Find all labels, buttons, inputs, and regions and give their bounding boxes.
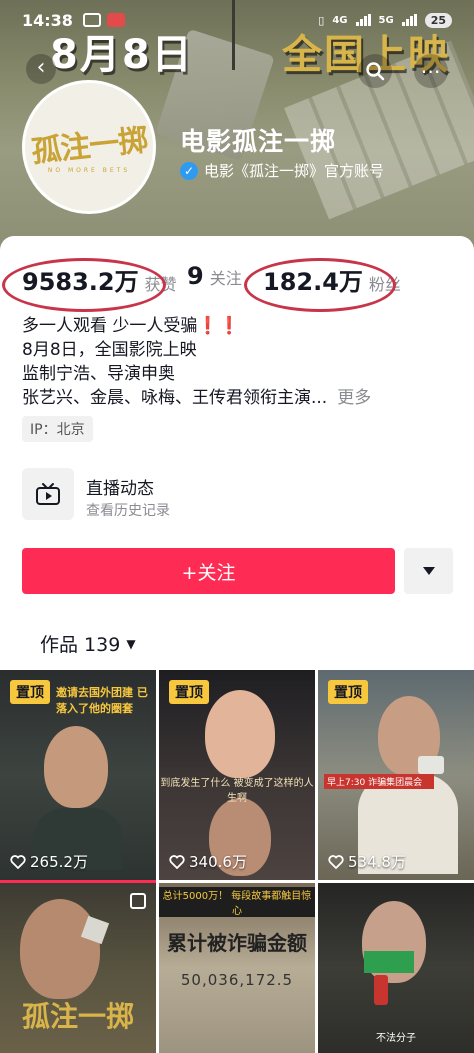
notification-icon (106, 13, 125, 27)
back-button[interactable]: ‹ (26, 54, 56, 84)
bio-line: 8月8日，全国影院上映 (22, 340, 197, 360)
verified-check-icon: ✓ (180, 161, 198, 180)
more-options-button[interactable]: ⋯ (414, 54, 448, 88)
pinned-badge: 置顶 (10, 680, 50, 704)
ip-location-tag: IP：北京 (22, 416, 93, 442)
video-caption: 不法分子 (376, 1033, 416, 1044)
bio-line: 监制宁浩、导演申奥 (22, 364, 175, 384)
following-label: 关注 (209, 269, 242, 288)
profile-bio: 多一人观看 少一人受骗❗❗ 8月8日，全国影院上映 监制宁浩、导演申奥 张艺兴、… (22, 314, 371, 410)
follow-button[interactable]: +关注 (22, 548, 395, 594)
video-caption: 早上7:30 诈骗集团晨会 (324, 774, 434, 789)
megaphone (418, 756, 444, 774)
tab-works[interactable]: 作品 139 ▼ (40, 630, 136, 657)
video-person (20, 899, 100, 999)
video-thumbnail[interactable]: 早上7:30 诈骗集团晨会 置顶 534.8万 (318, 670, 474, 880)
annotation-circle (2, 258, 166, 312)
vibrate-icon: ▯ (318, 13, 325, 27)
view-count-value: 340.6万 (189, 853, 247, 871)
heart-icon (169, 854, 185, 869)
video-thumbnail[interactable]: 总计5000万！ 每段故事都触目惊心 累计被诈骗金额 50,036,172.5 (159, 883, 315, 1053)
network-label: 4G (332, 14, 348, 26)
notification-icon (82, 13, 101, 27)
video-grid: 邀请去国外团建 已落入了他的圈套 置顶 265.2万 到底发生了什么 被变成了这… (0, 670, 474, 1053)
video-thumbnail[interactable]: 到底发生了什么 被变成了这样的人生啊 置顶 340.6万 (159, 670, 315, 880)
bio-more-link[interactable]: 更多 (337, 388, 371, 408)
video-caption: 邀请去国外团建 已落入了他的圈套 (56, 686, 148, 715)
signal-icon (355, 14, 371, 26)
search-button[interactable] (358, 54, 392, 88)
search-icon (366, 62, 385, 81)
live-subtitle[interactable]: 查看历史记录 (86, 500, 170, 520)
profile-name: 电影孤注一掷 (180, 127, 337, 156)
avatar[interactable]: 孤注一掷 NO MORE BETS (22, 80, 156, 214)
works-tab-label: 作品 139 (40, 634, 121, 656)
profile-stats: 9583.2万 获赞 9 关注 182.4万 粉丝 (0, 250, 474, 312)
pinned-badge: 置顶 (328, 680, 368, 704)
view-count-value: 265.2万 (30, 853, 88, 871)
microphone (374, 975, 388, 1005)
bio-line-last: 张艺兴、金晨、咏梅、王传君领衔主演... 更多 (22, 386, 371, 410)
avatar-logo: 孤注一掷 (29, 122, 149, 170)
video-thumbnail[interactable]: 邀请去国外团建 已落入了他的圈套 置顶 265.2万 (0, 670, 156, 880)
annotation-circle (244, 258, 396, 312)
status-time: 14:38 (22, 10, 73, 30)
pinned-badge: 置顶 (169, 680, 209, 704)
live-history-button[interactable] (22, 468, 74, 520)
following-count: 9 (187, 262, 204, 290)
video-caption: 总计5000万！ 每段故事都触目惊心 (159, 887, 315, 917)
multi-image-icon (130, 893, 146, 909)
following-stat[interactable]: 9 关注 (187, 262, 242, 290)
bio-line: 多一人观看 少一人受骗❗❗ (22, 316, 240, 336)
view-count: 340.6万 (169, 851, 247, 872)
verified-text: 电影《孤注一掷》官方账号 (204, 162, 385, 180)
caret-down-icon: ▼ (126, 636, 136, 651)
tv-icon (36, 483, 60, 505)
video-thumbnail[interactable]: 不法分子 (318, 883, 474, 1053)
live-title[interactable]: 直播动态 (86, 474, 154, 499)
video-thumbnail[interactable]: 孤注一掷 (0, 883, 156, 1053)
battery-indicator: 25 (424, 12, 452, 28)
signal-icon (401, 14, 417, 26)
view-count-value: 534.8万 (348, 853, 406, 871)
video-person (44, 726, 108, 808)
video-subtitle: 累计被诈骗金额 (167, 931, 307, 955)
network-label: 5G (378, 14, 394, 26)
video-number: 50,036,172.5 (180, 971, 294, 989)
view-count: 265.2万 (10, 851, 88, 872)
verified-account: ✓ 电影《孤注一掷》官方账号 (180, 160, 384, 181)
view-count: 534.8万 (328, 851, 406, 872)
heart-icon (328, 854, 344, 869)
recommend-dropdown-button[interactable] (404, 548, 453, 594)
video-caption: 到底发生了什么 被变成了这样的人生啊 (160, 778, 314, 804)
caret-down-icon (422, 567, 435, 575)
status-bar: 14:38 ▯ 4G 5G 25 (0, 0, 474, 40)
video-person (205, 690, 275, 778)
heart-icon (10, 854, 26, 869)
bio-line: 张艺兴、金晨、咏梅、王传君领衔主演... (22, 388, 328, 408)
video-title: 孤注一掷 (21, 1000, 134, 1033)
video-banner (364, 951, 414, 973)
profile-card: 9583.2万 获赞 9 关注 182.4万 粉丝 多一人观看 少一人受骗❗❗ … (0, 236, 474, 1053)
